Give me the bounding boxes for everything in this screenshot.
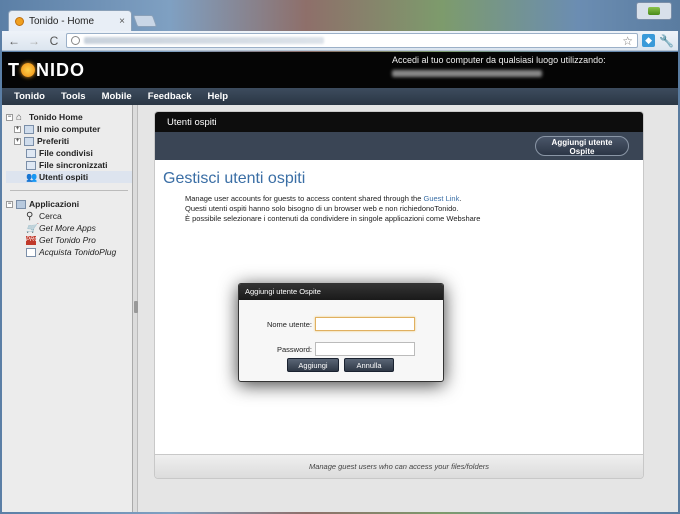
forward-icon[interactable]: →	[26, 33, 42, 49]
sidebar-divider	[10, 190, 128, 191]
browser-toolbar: ← → C ☆ ◆ 🔧	[2, 31, 678, 51]
panel-toolbar: Aggiungi utente Ospite	[155, 132, 643, 160]
sidebar-item-tonidoplug[interactable]: Acquista TonidoPlug	[6, 246, 132, 258]
pro-badge-icon: PRO	[26, 235, 40, 245]
add-button[interactable]: Aggiungi	[287, 358, 339, 372]
sun-icon	[21, 63, 35, 77]
sidebar-item-label: Get More Apps	[39, 223, 96, 233]
sidebar-item-label: Applicazioni	[29, 199, 80, 209]
wrench-icon[interactable]: 🔧	[659, 34, 674, 48]
menu-tools[interactable]: Tools	[61, 91, 86, 102]
password-label: Password:	[276, 344, 312, 354]
tonido-favicon-icon	[15, 17, 24, 26]
sidebar-item-home[interactable]: − ⌂ Tonido Home	[6, 111, 132, 123]
cart-icon: 🛒	[26, 222, 38, 233]
menubar: Tonido Tools Mobile Feedback Help	[2, 88, 678, 105]
sidebar-item-tonido-pro[interactable]: PRO Get Tonido Pro	[6, 234, 132, 246]
expand-icon[interactable]: +	[14, 125, 21, 133]
username-label: Nome utente:	[266, 319, 312, 329]
collapse-icon[interactable]: −	[6, 113, 13, 121]
browser-window: Tonido - Home × ← → C ☆ ◆ 🔧 T NIDO Acced…	[0, 0, 680, 514]
password-input[interactable]	[315, 342, 415, 356]
panel-description: Manage user accounts for guests to acces…	[185, 194, 643, 224]
new-tab-button[interactable]	[132, 15, 158, 27]
home-icon: ⌂	[16, 111, 23, 123]
users-icon: 👥	[26, 171, 38, 182]
shared-folder-icon	[26, 148, 36, 158]
expand-icon[interactable]: +	[14, 137, 21, 145]
computer-icon	[24, 124, 34, 134]
apps-icon	[16, 199, 26, 209]
menu-feedback[interactable]: Feedback	[148, 91, 192, 102]
tonido-logo: T NIDO	[8, 60, 85, 81]
sidebar-item-label: Preferiti	[37, 136, 70, 146]
blurred-url	[84, 37, 324, 44]
page-heading: Gestisci utenti ospiti	[163, 170, 306, 187]
tab-title: Tonido - Home	[29, 16, 95, 27]
reload-icon[interactable]: C	[46, 33, 62, 49]
bookmark-star-icon[interactable]: ☆	[622, 34, 633, 48]
add-guest-dialog: Aggiungi utente Ospite Nome utente: Pass…	[238, 283, 444, 382]
password-row: Password:	[239, 341, 443, 357]
sidebar-item-more-apps[interactable]: 🛒 Get More Apps	[6, 222, 132, 234]
menu-tonido[interactable]: Tonido	[14, 91, 45, 102]
desc-line1: Manage user accounts for guests to acces…	[185, 194, 424, 203]
username-row: Nome utente:	[239, 316, 443, 332]
remote-access-text: Accedi al tuo computer da qualsiasi luog…	[392, 55, 606, 65]
browser-tab[interactable]: Tonido - Home ×	[8, 10, 132, 32]
blurred-access-url	[392, 70, 542, 77]
address-bar[interactable]: ☆	[66, 33, 639, 48]
sidebar-item-label: Tonido Home	[29, 112, 83, 122]
add-guest-user-label-2: Ospite	[569, 146, 595, 156]
sidebar-item-label: File condivisi	[39, 148, 93, 158]
cancel-button[interactable]: Annulla	[344, 358, 394, 372]
banner: T NIDO Accedi al tuo computer da qualsia…	[2, 52, 678, 88]
menu-mobile[interactable]: Mobile	[102, 91, 132, 102]
username-input[interactable]	[315, 317, 415, 331]
sidebar-item-search[interactable]: ⚲ Cerca	[6, 210, 132, 222]
sidebar: − ⌂ Tonido Home + Il mio computer + Pref…	[2, 105, 133, 512]
sidebar-item-guest-users[interactable]: 👥 Utenti ospiti	[6, 171, 132, 183]
logo-text-right: NIDO	[36, 59, 85, 80]
dialog-buttons: Aggiungi Annulla	[287, 358, 394, 372]
sidebar-item-label: Get Tonido Pro	[39, 235, 96, 245]
tonido-app: T NIDO Accedi al tuo computer da qualsia…	[2, 52, 678, 512]
search-icon: ⚲	[26, 210, 34, 222]
remote-access-info: Accedi al tuo computer da qualsiasi luog…	[392, 54, 606, 77]
desc-line3: È possibile selezionare i contenuti da c…	[185, 214, 481, 223]
favorites-icon	[24, 136, 34, 146]
panel-title: Utenti ospiti	[155, 112, 643, 132]
sidebar-item-label: File sincronizzati	[39, 160, 108, 170]
sidebar-item-synced-files[interactable]: File sincronizzati	[6, 159, 132, 171]
sidebar-item-label: Cerca	[39, 211, 62, 221]
document-icon	[26, 247, 36, 257]
sidebar-item-my-computer[interactable]: + Il mio computer	[6, 123, 132, 135]
extension-icon[interactable]: ◆	[642, 34, 656, 47]
sidebar-item-apps[interactable]: − Applicazioni	[6, 198, 132, 210]
sidebar-item-favorites[interactable]: + Preferiti	[6, 135, 132, 147]
menu-help[interactable]: Help	[208, 91, 229, 102]
logo-text-left: T	[8, 59, 20, 80]
window-control[interactable]	[636, 2, 672, 20]
tab-close-icon[interactable]: ×	[119, 16, 125, 27]
collapse-icon[interactable]: −	[6, 200, 13, 208]
desc-line1-end: .	[459, 194, 462, 203]
desc-line2: Questi utenti ospiti hanno solo bisogno …	[185, 204, 459, 213]
page-info-icon	[71, 36, 80, 45]
sidebar-item-shared-files[interactable]: File condivisi	[6, 147, 132, 159]
sync-folder-icon	[26, 160, 36, 170]
sidebar-item-label: Utenti ospiti	[39, 172, 89, 182]
panel-footer: Manage guest users who can access your f…	[155, 454, 643, 478]
window-minimize-icon	[648, 7, 660, 15]
dialog-title: Aggiungi utente Ospite	[239, 284, 443, 300]
guest-link[interactable]: Guest Link	[423, 194, 459, 203]
back-icon[interactable]: ←	[6, 33, 22, 49]
add-guest-user-button[interactable]: Aggiungi utente Ospite	[535, 136, 629, 156]
sidebar-item-label: Acquista TonidoPlug	[39, 247, 117, 257]
sidebar-item-label: Il mio computer	[37, 124, 101, 134]
